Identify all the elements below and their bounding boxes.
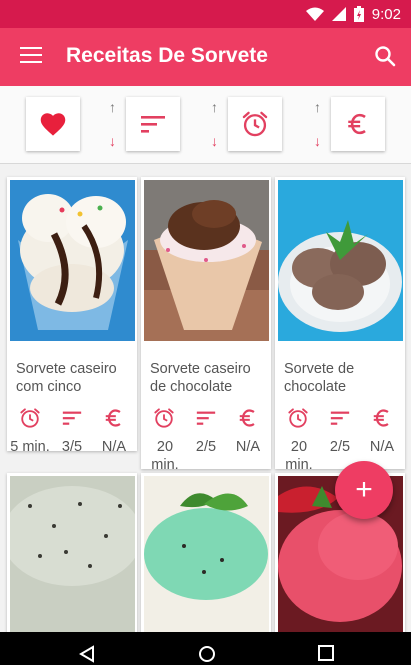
difficulty-sort-arrows[interactable]: ↑ ↓ (109, 100, 123, 150)
recipe-card[interactable] (141, 473, 271, 632)
recipe-difficulty: 2/5 (195, 439, 217, 455)
heart-icon (40, 113, 66, 136)
time-sort-arrows[interactable]: ↑ ↓ (211, 100, 225, 150)
alarm-clock-icon (20, 408, 40, 428)
euro-icon (239, 409, 255, 427)
favorites-filter-button[interactable] (26, 97, 80, 151)
difficulty-sort-button[interactable] (126, 97, 180, 151)
recipe-time: 20 min. (151, 439, 179, 473)
system-nav-bar (0, 632, 411, 665)
sort-up-arrow[interactable]: ↑ (109, 100, 116, 114)
battery-icon (353, 6, 364, 22)
recents-icon[interactable] (318, 645, 334, 661)
recipe-card[interactable]: Sorvete caseiro com cinco 5 min. 3/5 N/A (7, 177, 137, 455)
signal-icon (331, 7, 346, 21)
alarm-clock-icon (154, 408, 174, 428)
recipe-time: 20 min. (285, 439, 313, 473)
recipe-title: Sorvete caseiro com cinco (16, 361, 117, 395)
sort-icon (196, 411, 216, 425)
recipe-image (10, 476, 135, 632)
recipe-title: Sorvete caseiro de chocolate (150, 361, 251, 395)
cost-sort-button[interactable] (331, 97, 385, 151)
euro-icon (105, 409, 121, 427)
alarm-clock-icon (242, 111, 268, 137)
recipe-time: 5 min. (10, 439, 50, 455)
euro-icon (373, 409, 389, 427)
recipe-card[interactable] (7, 473, 137, 632)
sort-icon (62, 411, 82, 425)
wifi-icon (305, 7, 324, 21)
add-recipe-button[interactable]: + (335, 461, 393, 519)
plus-icon: + (355, 473, 373, 506)
sort-down-arrow[interactable]: ↓ (109, 134, 116, 148)
alarm-clock-icon (288, 408, 308, 428)
recipe-image (144, 476, 269, 632)
recipe-grid: Sorvete caseiro com cinco 5 min. 3/5 N/A… (0, 164, 411, 632)
page-title: Receitas De Sorvete (66, 44, 268, 67)
sort-up-arrow[interactable]: ↑ (314, 100, 321, 114)
status-time: 9:02 (371, 5, 401, 23)
home-icon[interactable] (198, 645, 216, 663)
cost-sort-arrows[interactable]: ↑ ↓ (314, 100, 328, 150)
search-icon[interactable] (373, 44, 397, 68)
status-bar: 9:02 (0, 0, 411, 28)
recipe-image (10, 180, 135, 341)
sort-up-arrow[interactable]: ↑ (211, 100, 218, 114)
recipe-cost: N/A (369, 439, 395, 455)
recipe-difficulty: 3/5 (61, 439, 83, 455)
recipe-image (144, 180, 269, 341)
app-bar: Receitas De Sorvete (0, 28, 411, 86)
recipe-card[interactable]: Sorvete de chocolate 20 min. 2/5 N/A (275, 177, 405, 473)
recipe-image (278, 180, 403, 341)
back-icon[interactable] (78, 645, 96, 663)
recipe-cost: N/A (235, 439, 261, 455)
recipe-title: Sorvete de chocolate (284, 361, 355, 395)
recipe-difficulty: 2/5 (329, 439, 351, 455)
euro-icon (348, 113, 366, 135)
sort-down-arrow[interactable]: ↓ (211, 134, 218, 148)
filter-bar: ↑ ↓ ↑ ↓ ↑ ↓ (0, 86, 411, 164)
recipe-card[interactable]: Sorvete caseiro de chocolate 20 min. 2/5… (141, 177, 271, 473)
sort-icon (330, 411, 350, 425)
recipe-cost: N/A (101, 439, 127, 455)
time-sort-button[interactable] (228, 97, 282, 151)
sort-icon (141, 116, 165, 133)
sort-down-arrow[interactable]: ↓ (314, 134, 321, 148)
menu-icon[interactable] (20, 47, 42, 65)
